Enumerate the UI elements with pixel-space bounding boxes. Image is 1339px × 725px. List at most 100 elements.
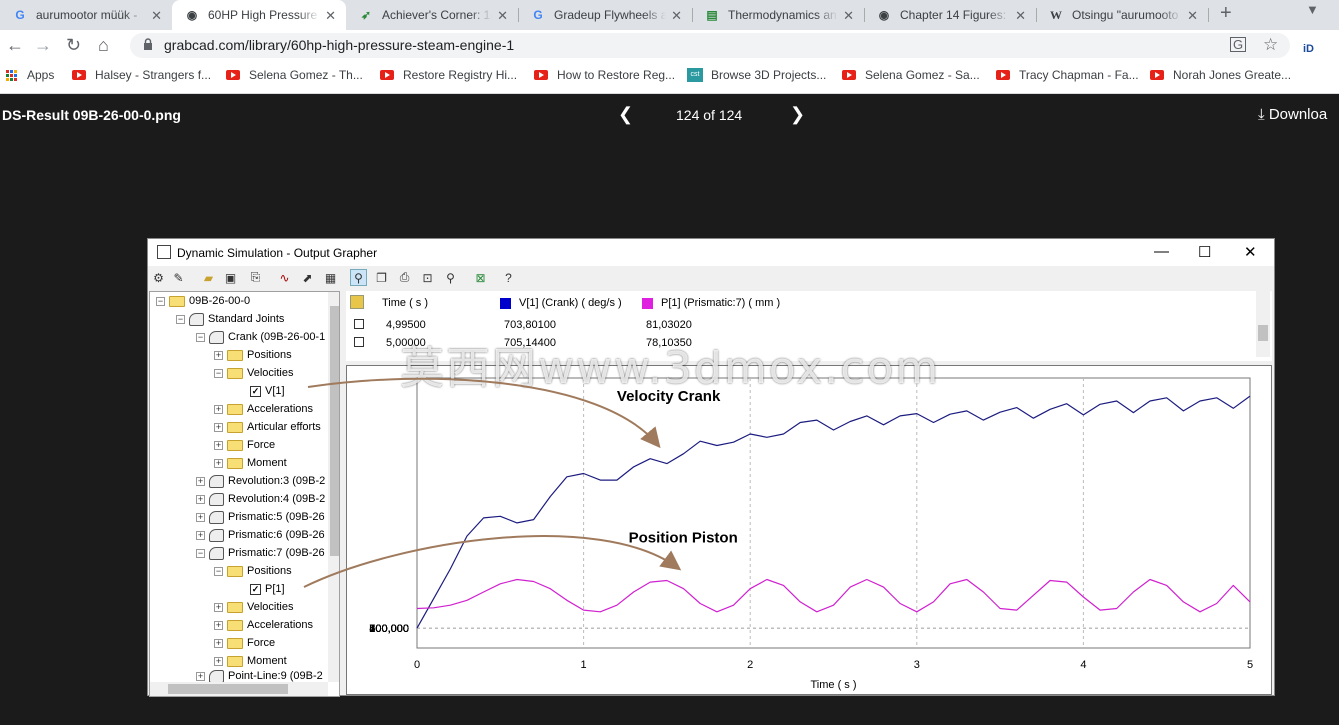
close-tab-icon[interactable]: ✕ (843, 8, 854, 24)
tree-node-accelerations[interactable]: + Accelerations (214, 400, 313, 418)
download-button[interactable]: ⤓ Downloa (1258, 106, 1327, 123)
expand-icon[interactable]: + (196, 671, 205, 681)
tree-node-crank[interactable]: − Crank (09B-26-00-1 (196, 328, 325, 346)
expand-icon[interactable]: + (196, 476, 205, 486)
home-icon[interactable]: ⌂ (98, 34, 109, 56)
close-tab-icon[interactable]: ✕ (671, 8, 682, 24)
collapse-icon[interactable]: − (214, 566, 223, 576)
bookmark-item[interactable]: How to Restore Reg... (534, 68, 675, 82)
bookmark-item[interactable]: Selena Gomez - Th... (226, 68, 363, 82)
print-icon[interactable]: ⎙ (396, 269, 413, 286)
expand-icon[interactable]: + (214, 638, 223, 648)
tree-node-revolution-4[interactable]: + Revolution:4 (09B-2 (196, 490, 325, 508)
fit-view-icon[interactable]: ⊡ (419, 269, 436, 286)
excel-export-icon[interactable]: ⊠ (472, 269, 489, 286)
browser-tab-7[interactable]: W Otsingu "aurumooto ✕ (1036, 0, 1208, 30)
table-settings-icon[interactable] (350, 295, 364, 309)
expand-icon[interactable]: + (214, 440, 223, 450)
collapse-icon[interactable]: − (176, 314, 185, 324)
bookmark-item[interactable]: Selena Gomez - Sa... (842, 68, 980, 82)
collapse-icon[interactable]: − (196, 548, 205, 558)
reload-icon[interactable]: ↻ (66, 34, 81, 56)
chevron-down-icon[interactable]: ▼ (1306, 2, 1319, 17)
tree-node-velocities-2[interactable]: + Velocities (214, 598, 293, 616)
expand-icon[interactable]: + (214, 656, 223, 666)
expand-icon[interactable]: + (196, 512, 205, 522)
column-header-time[interactable]: Time ( s ) (382, 297, 428, 309)
checkbox-checked[interactable]: ✓ (250, 583, 261, 595)
copy-icon[interactable]: ❐ (373, 269, 390, 286)
zoom-icon[interactable]: ⚲ (442, 269, 459, 286)
browser-tab-5[interactable]: ▤ Thermodynamics an ✕ (692, 0, 864, 30)
expand-icon[interactable]: + (214, 350, 223, 360)
expand-icon[interactable]: + (196, 530, 205, 540)
browser-tab-4[interactable]: G Gradeup Flywheels a ✕ (518, 0, 692, 30)
column-header-p1[interactable]: P[1] (Prismatic:7) ( mm ) (642, 297, 780, 309)
tree-node-accelerations-2[interactable]: + Accelerations (214, 616, 313, 634)
tree-node-prismatic-6[interactable]: + Prismatic:6 (09B-26 (196, 526, 325, 544)
browser-tab-6[interactable]: ◉ Chapter 14 Figures: ✕ (864, 0, 1036, 30)
close-window-button[interactable]: ✕ (1244, 243, 1257, 261)
row-checkbox[interactable] (354, 337, 364, 347)
tree-node-force-2[interactable]: + Force (214, 634, 275, 652)
back-arrow-icon[interactable]: ← (6, 34, 24, 56)
tree-node-force[interactable]: + Force (214, 436, 275, 454)
bookmark-star-icon[interactable]: ☆ (1263, 34, 1278, 56)
tree-node-p1[interactable]: ✓ P[1] (250, 580, 285, 598)
close-tab-icon[interactable]: ✕ (1187, 8, 1198, 24)
help-icon[interactable]: ? (500, 269, 517, 286)
add-curve-icon[interactable]: ⬈ (299, 269, 316, 286)
new-tab-button[interactable]: + (1220, 2, 1232, 25)
collapse-icon[interactable]: − (156, 296, 165, 306)
bookmark-apps[interactable]: Apps (6, 68, 54, 82)
translate-icon[interactable]: G (1230, 37, 1247, 52)
bookmark-item[interactable]: Tracy Chapman - Fa... (996, 68, 1139, 82)
browser-tab-3[interactable]: ➶ Achiever's Corner: 1( ✕ (346, 0, 518, 30)
expand-icon[interactable]: + (214, 404, 223, 414)
maximize-button[interactable]: ☐ (1198, 243, 1211, 261)
graph-options-icon[interactable]: ▦ (322, 269, 339, 286)
filter-icon[interactable]: ⚲ (350, 269, 367, 286)
tree-node-revolution-3[interactable]: + Revolution:3 (09B-2 (196, 472, 325, 490)
close-tab-icon[interactable]: ✕ (1015, 8, 1026, 24)
expand-icon[interactable]: + (214, 458, 223, 468)
minimize-button[interactable]: — (1154, 243, 1169, 260)
tree-node-v1[interactable]: ✓ V[1] (250, 382, 285, 400)
tree-hscroll-thumb[interactable] (168, 684, 288, 694)
expand-icon[interactable]: + (214, 422, 223, 432)
tree-node-moment[interactable]: + Moment (214, 454, 287, 472)
next-image-button[interactable]: ❯ (790, 104, 805, 125)
close-tab-icon[interactable]: ✕ (151, 8, 162, 24)
bookmark-item[interactable]: Norah Jones Greate... (1150, 68, 1291, 82)
previous-image-button[interactable]: ❮ (618, 104, 633, 125)
eraser-icon[interactable]: ✎ (170, 269, 187, 286)
settings-icon[interactable]: ⚙ (150, 269, 167, 286)
expand-icon[interactable]: + (196, 494, 205, 504)
expand-icon[interactable]: + (214, 620, 223, 630)
collapse-icon[interactable]: − (214, 368, 223, 378)
table-scrollbar[interactable] (1256, 291, 1270, 357)
tree-node-point-line-9[interactable]: + Point-Line:9 (09B-2 (196, 670, 323, 682)
tree-node-positions[interactable]: + Positions (214, 346, 292, 364)
tree-node-standard-joints[interactable]: − Standard Joints (176, 310, 284, 328)
tree-node-articular-efforts[interactable]: + Articular efforts (214, 418, 321, 436)
browser-tab-1[interactable]: G aurumootor müük - ✕ (0, 0, 172, 30)
checkbox-checked[interactable]: ✓ (250, 385, 261, 397)
bookmark-item[interactable]: cst Browse 3D Projects... (687, 68, 826, 82)
tree-node-moment-2[interactable]: + Moment (214, 652, 287, 670)
export-icon[interactable]: ⎘ (247, 269, 264, 286)
browser-tab-2-active[interactable]: ◉ 60HP High Pressure ✕ (172, 0, 346, 30)
collapse-icon[interactable]: − (196, 332, 205, 342)
table-scroll-thumb[interactable] (1258, 325, 1268, 341)
row-checkbox[interactable] (354, 319, 364, 329)
tree-node-prismatic-5[interactable]: + Prismatic:5 (09B-26 (196, 508, 325, 526)
tree-node-prismatic-7[interactable]: − Prismatic:7 (09B-26 (196, 544, 325, 562)
close-tab-icon[interactable]: ✕ (325, 8, 336, 24)
curve-icon[interactable]: ∿ (276, 269, 293, 286)
save-icon[interactable]: ▣ (222, 269, 239, 286)
tree-node-velocities[interactable]: − Velocities (214, 364, 293, 382)
column-header-v1[interactable]: V[1] (Crank) ( deg/s ) (500, 297, 622, 309)
bookmark-item[interactable]: Restore Registry Hi... (380, 68, 517, 82)
tree-scroll-thumb[interactable] (330, 306, 339, 556)
tree-node-root[interactable]: − 09B-26-00-0 (156, 292, 250, 310)
